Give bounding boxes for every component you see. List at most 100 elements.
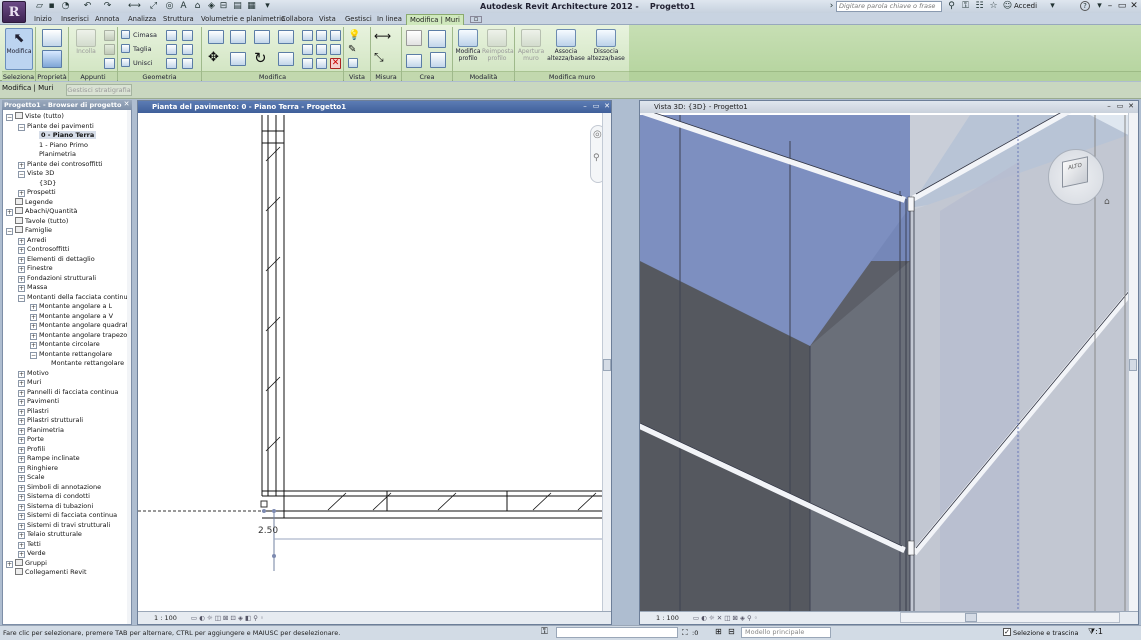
worksets-icon[interactable]: ⚿ xyxy=(541,627,548,637)
tab-inserisci[interactable]: Inserisci xyxy=(61,14,89,25)
tree-node[interactable]: − Montanti della facciata continua xyxy=(18,293,130,302)
tree-node[interactable]: Legende xyxy=(6,197,53,207)
array-icon[interactable] xyxy=(302,44,313,55)
tree-node[interactable]: + Controsoffitti xyxy=(18,245,69,254)
tree-node[interactable]: + Montante angolare quadrato xyxy=(30,321,130,330)
plan-view-title[interactable]: Pianta del pavimento: 0 - Piano Terra - … xyxy=(138,101,611,113)
edit-profile-button[interactable]: Modifica profilo xyxy=(454,29,482,62)
tree-node[interactable]: 1 - Piano Primo xyxy=(30,141,88,150)
thin-lines-icon[interactable]: ⊟ xyxy=(218,1,229,12)
tree-node[interactable]: + Massa xyxy=(18,283,47,292)
expand-icon[interactable]: + xyxy=(18,456,25,463)
tree-node[interactable]: Planimetria xyxy=(30,150,76,159)
restore-button[interactable]: ▭ xyxy=(1116,1,1128,12)
expand-icon[interactable]: + xyxy=(18,399,25,406)
close-icon[interactable]: ✕ xyxy=(122,100,131,109)
type-properties-icon[interactable] xyxy=(42,29,62,47)
collapse-icon[interactable]: − xyxy=(6,228,13,235)
tree-node[interactable]: + Finestre xyxy=(18,264,53,273)
geometry-tool-icon[interactable] xyxy=(182,58,193,69)
split-gap-icon[interactable] xyxy=(330,30,341,41)
tree-node[interactable]: + Tetti xyxy=(18,540,41,549)
expand-icon[interactable]: + xyxy=(18,427,25,435)
geometry-tool-icon[interactable] xyxy=(166,30,177,41)
copy-icon[interactable] xyxy=(104,44,115,55)
3d-view-title[interactable]: Vista 3D: {3D} - Progetto1 xyxy=(640,101,1138,113)
collapse-icon[interactable]: − xyxy=(18,123,25,131)
design-option-selector[interactable]: Modello principale xyxy=(741,627,831,638)
tree-node[interactable]: + Profili xyxy=(18,445,45,454)
search-icon[interactable]: ⚲ xyxy=(946,1,957,12)
tree-node[interactable]: + Prospetti xyxy=(18,188,56,197)
close-hidden-icon[interactable]: ▤ xyxy=(232,1,243,12)
manage-layers-button[interactable]: Gestisci stratigrafia xyxy=(66,84,132,96)
tree-node[interactable]: +Montante angolare trapezoidale xyxy=(30,331,130,340)
expand-icon[interactable]: + xyxy=(6,209,13,216)
join-label[interactable]: Unisci xyxy=(133,59,152,67)
pin-icon[interactable] xyxy=(316,30,327,41)
steering-wheel-icon[interactable]: ◎ xyxy=(593,129,602,140)
tree-node[interactable]: − Montante rettangolare xyxy=(30,350,112,359)
copy-element-icon[interactable] xyxy=(230,52,246,66)
expand-icon[interactable]: + xyxy=(18,551,25,558)
minimize-view-button[interactable]: – xyxy=(1104,102,1114,111)
sign-in-dropdown-icon[interactable]: ▾ xyxy=(1047,1,1058,12)
tab-volumetrie[interactable]: Volumetrie e planimetria xyxy=(201,14,285,25)
design-option-tag-icon[interactable]: ⊟ xyxy=(728,627,735,636)
browser-scrollbar[interactable] xyxy=(127,110,131,624)
zoom-icon[interactable]: ⚲ xyxy=(593,153,600,163)
tree-node[interactable]: − Viste 3D xyxy=(18,169,54,178)
expand-icon[interactable]: + xyxy=(30,342,37,349)
plan-view-control-bar[interactable]: 1 : 100 ▭ ◐ ☼ ◫ ⊠ ⊡ ◈ ◧ ⚲ ◦ xyxy=(138,611,611,624)
tree-node[interactable]: + Simboli di annotazione xyxy=(18,483,101,492)
tab-modifica-muri[interactable]: Modifica | Muri xyxy=(406,14,464,25)
qat-dropdown-icon[interactable]: ▾ xyxy=(262,1,273,12)
tree-node[interactable]: + Sistema di condotti xyxy=(18,492,90,501)
expand-icon[interactable]: + xyxy=(18,247,25,254)
cope-icon[interactable] xyxy=(121,30,130,39)
properties-icon[interactable] xyxy=(42,50,62,68)
open-icon[interactable]: ▱ xyxy=(34,1,45,12)
cut-geometry-label[interactable]: Taglia xyxy=(133,45,152,53)
expand-icon[interactable]: + xyxy=(18,408,25,416)
tree-node[interactable]: − Viste (tutto) xyxy=(6,112,64,121)
trim-corner-icon[interactable] xyxy=(316,58,327,69)
redo-icon[interactable]: ↷ xyxy=(102,1,113,12)
tree-node[interactable]: − Famiglie xyxy=(6,226,52,235)
tree-node[interactable]: + Sistema di tubazioni xyxy=(18,502,93,511)
tab-collabora[interactable]: Collabora xyxy=(281,14,313,25)
expand-icon[interactable]: + xyxy=(18,513,25,520)
tab-analizza[interactable]: Analizza xyxy=(128,14,156,25)
aligned-dimension-icon[interactable]: ⤡ xyxy=(374,51,384,63)
tree-node[interactable]: + Telaio strutturale xyxy=(18,530,82,539)
expand-icon[interactable]: + xyxy=(18,494,25,501)
switch-windows-icon[interactable]: ▦ xyxy=(246,1,257,12)
tree-node[interactable]: + Ringhiere xyxy=(18,464,58,473)
rotate-icon[interactable]: ↻ xyxy=(254,51,267,66)
help-icon[interactable]: ? xyxy=(1080,1,1090,11)
expand-icon[interactable]: + xyxy=(18,503,25,511)
geometry-tool-icon[interactable] xyxy=(166,58,177,69)
geometry-tool-icon[interactable] xyxy=(182,30,193,41)
3d-scale[interactable]: 1 : 100 xyxy=(656,614,679,622)
measure-between-icon[interactable]: ⟷ xyxy=(374,30,391,42)
sign-in-link[interactable]: Accedi xyxy=(1014,2,1037,10)
tree-node[interactable]: + Fondazioni strutturali xyxy=(18,274,96,283)
editing-requests-icon[interactable]: ⛶ xyxy=(682,628,688,638)
expand-icon[interactable]: + xyxy=(30,304,37,311)
expand-icon[interactable]: + xyxy=(18,465,25,473)
tag-icon[interactable]: ◎ xyxy=(164,1,175,12)
expand-icon[interactable]: + xyxy=(18,237,25,245)
tree-node[interactable]: + Montante angolare a V xyxy=(30,312,113,321)
tree-node[interactable]: + Porte xyxy=(18,435,44,444)
expand-icon[interactable]: + xyxy=(18,522,25,530)
tree-node[interactable]: + Elementi di dettaglio xyxy=(18,255,95,264)
tab-annota[interactable]: Annota xyxy=(95,14,119,25)
array-linear-icon[interactable] xyxy=(330,44,341,55)
filter-icon[interactable]: ⧩:1 xyxy=(1088,627,1103,637)
create-similar-icon[interactable] xyxy=(406,30,422,46)
expand-icon[interactable]: + xyxy=(18,285,25,292)
save-icon[interactable]: ▪ xyxy=(46,1,57,12)
3d-view-icon[interactable]: ⌂ xyxy=(192,1,203,12)
geometry-tool-icon[interactable] xyxy=(182,44,193,55)
